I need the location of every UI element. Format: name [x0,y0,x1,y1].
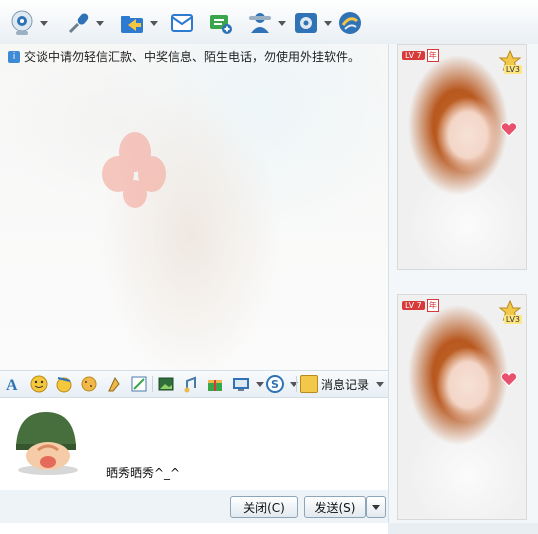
my-show-card[interactable]: LV 7 年 LV3 [397,294,527,520]
chat-panel: i 交谈中请勿轻信汇款、中奖信息、陌生电话，勿使用外挂软件。 A S 消息记录 … [0,44,388,534]
flower-decoration-icon [102,132,166,208]
chevron-down-icon [372,504,380,510]
shield-icon: i [8,50,20,63]
chat-window: i 交谈中请勿轻信汇款、中奖信息、陌生电话，勿使用外挂软件。 A S 消息记录 … [0,0,538,534]
chevron-down-icon[interactable] [376,381,385,387]
input-toolbar: A S 消息记录 [0,370,388,398]
message-log-button[interactable]: 消息记录 [300,375,385,393]
send-button[interactable]: 发送(S) [304,496,366,518]
shake-window-icon[interactable] [105,375,123,393]
cookie-emoji-icon[interactable] [80,375,98,393]
heart-icon [500,122,518,137]
file-transfer-button[interactable] [118,8,158,38]
sticker-emoticon-icon [16,412,78,475]
chevron-down-icon[interactable] [96,20,104,26]
video-call-button[interactable] [8,8,48,38]
magic-emoji-icon[interactable] [55,375,73,393]
globe-icon [339,12,361,34]
gift-icon[interactable] [206,375,224,393]
level-badge: LV 7 年 [402,299,439,312]
level-text: LV 7 [402,51,425,60]
action-bar: 关闭(C) 发送(S) [0,490,388,523]
vip-level-text: LV3 [503,315,522,324]
image-icon[interactable] [157,375,175,393]
vip-level-text: LV3 [503,65,522,74]
font-icon[interactable]: A [4,375,22,393]
screenshot-icon[interactable] [130,375,148,393]
remote-assist-button[interactable] [246,8,286,38]
video-icon [11,10,33,35]
microphone-icon [68,13,89,34]
security-notice: i 交谈中请勿轻信汇款、中奖信息、陌生电话，勿使用外挂软件。 [8,48,360,65]
create-group-button[interactable] [206,8,234,38]
send-options-button[interactable] [366,496,386,518]
message-log-icon [300,375,318,393]
screen-share-icon[interactable] [232,375,250,393]
app-settings-button[interactable] [292,8,332,38]
year-text: 年 [426,299,439,312]
message-log-label: 消息记录 [321,377,370,392]
level-text: LV 7 [402,301,425,310]
chevron-down-icon[interactable] [150,20,158,26]
heart-icon [500,372,518,387]
svg-text:A: A [6,377,18,393]
show-panel: LV 7 年 LV3 LV 7 年 LV3 [388,44,538,523]
chat-background-image [0,44,388,370]
folder-icon [121,16,143,33]
top-toolbar [0,0,538,45]
year-text: 年 [426,49,439,62]
chevron-down-icon[interactable] [40,20,48,26]
my-show-image [398,295,526,519]
remote-assist-icon [249,13,271,33]
toolbar-divider [296,376,297,392]
payment-icon[interactable]: S [266,375,284,393]
message-input-text: 晒秀晒秀^_^ [106,466,181,480]
music-icon[interactable] [182,375,200,393]
chevron-down-icon[interactable] [324,20,332,26]
close-button[interactable]: 关闭(C) [230,496,298,518]
contact-show-card[interactable]: LV 7 年 LV3 [397,44,527,270]
security-notice-text: 交谈中请勿轻信汇款、中奖信息、陌生电话，勿使用外挂软件。 [24,50,361,64]
mail-icon [171,14,193,32]
app-center-button[interactable] [336,8,364,38]
mail-button[interactable] [168,8,196,38]
contact-show-image [398,45,526,269]
chevron-down-icon[interactable] [256,382,264,387]
level-badge: LV 7 年 [402,49,439,62]
chevron-down-icon[interactable] [278,20,286,26]
audio-call-button[interactable] [64,8,104,38]
add-group-icon [210,15,232,34]
gear-icon [295,13,317,33]
toolbar-divider [152,376,153,392]
emoji-icon[interactable] [30,375,48,393]
svg-text:S: S [271,378,279,391]
